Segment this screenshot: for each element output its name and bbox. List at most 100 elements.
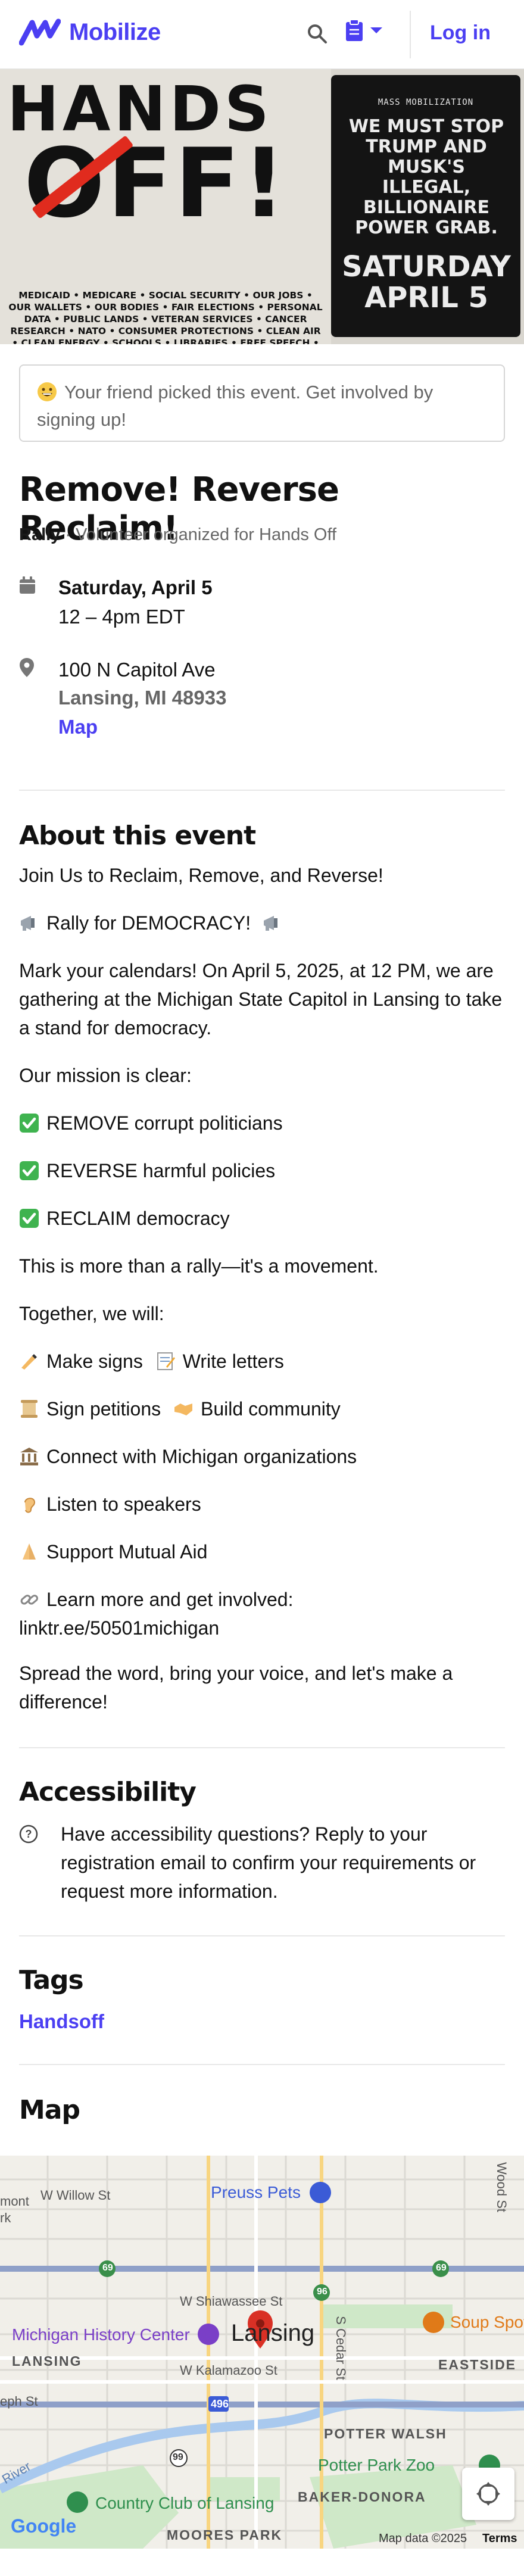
map-label: POTTER WALSH [324, 2426, 447, 2441]
activity-connect: Connect with Michigan organizations [46, 1446, 357, 1467]
friend-notice-text: Your friend picked this event. Get invol… [37, 382, 433, 430]
map-label: 99 [173, 2452, 183, 2462]
handshake-icon [174, 1404, 193, 1415]
activity-make-signs: Make signs [46, 1351, 143, 1372]
grinning-face-icon [38, 382, 57, 401]
mission-reverse: REVERSE harmful policies [46, 1160, 276, 1181]
banner-message: WE MUST STOP TRUMP AND MUSK'S ILLEGAL, B… [348, 116, 504, 238]
map-label: EASTSIDE [438, 2357, 517, 2372]
map-label: MOORES PARK [167, 2527, 283, 2543]
linktree-url[interactable]: linktr.ee/50501michigan [19, 1617, 219, 1639]
location-pin-icon [20, 658, 34, 677]
megaphone-icon [21, 916, 35, 931]
event-banner-image: HANDS OFF! MEDICAID • MEDICARE • SOCIAL … [0, 69, 524, 344]
mission-item: RECLAIM democracy [19, 1204, 505, 1233]
header-divider [410, 11, 411, 58]
search-button[interactable] [304, 20, 330, 46]
banner-right-panel: MASS MOBILIZATION WE MUST STOP TRUMP AND… [331, 75, 520, 337]
map-label: Wood St [494, 2162, 509, 2212]
mission-item: REVERSE harmful policies [19, 1156, 505, 1185]
logo-text: Mobilize [69, 18, 161, 45]
map-label: mont [0, 2194, 29, 2209]
map-label: Soup Spot [450, 2313, 524, 2331]
event-organizer: · Volunteer organized for Hands Off [60, 525, 337, 544]
login-link[interactable]: Log in [430, 21, 491, 45]
my-events-dropdown[interactable] [345, 19, 383, 42]
megaphone-icon [264, 916, 278, 931]
banner-kicker: MASS MOBILIZATION [378, 98, 474, 107]
map-label: eph St [0, 2394, 38, 2409]
map-label: 69 [436, 2263, 447, 2273]
tag-link[interactable]: Handsoff [19, 2010, 104, 2033]
map-recenter-button[interactable] [462, 2468, 514, 2520]
mobilize-logo[interactable]: Mobilize [19, 18, 161, 46]
divider [19, 1935, 505, 1936]
map-label: Michigan History Center [12, 2325, 190, 2344]
map-label: Preuss Pets [211, 2183, 301, 2201]
writing-hand-icon [21, 1354, 37, 1370]
google-logo: Google [11, 2515, 77, 2537]
map-label: W Willow St [40, 2188, 111, 2203]
accessibility-heading: Accessibility [19, 1777, 196, 1807]
about-intro: Join Us to Reclaim, Remove, and Reverse! [19, 865, 383, 886]
scroll-icon [21, 1400, 38, 1418]
map-heading: Map [19, 2095, 80, 2125]
event-address-line2: Lansing, MI 48933 [58, 687, 227, 709]
event-map[interactable]: W Willow St Preuss Pets Wood St mont rk … [0, 2156, 524, 2549]
activity-item: Make signs Write letters [19, 1347, 505, 1376]
event-address-line1: 100 N Capitol Ave [58, 659, 216, 681]
classical-building-icon [20, 1448, 38, 1465]
event-subtitle: Rally · Volunteer organized for Hands Of… [19, 525, 336, 545]
rally-text: Rally for DEMOCRACY! [46, 912, 251, 934]
folded-hands-icon [23, 1543, 36, 1560]
map-label: Country Club of Lansing [95, 2494, 275, 2512]
map-label: LANSING [12, 2353, 82, 2369]
map-data-attribution: Map data ©2025 [379, 2532, 467, 2545]
map-link[interactable]: Map [58, 716, 98, 738]
banner-issue-list: MEDICAID • MEDICARE • SOCIAL SECURITY • … [8, 290, 323, 344]
divider [19, 790, 505, 791]
memo-icon [157, 1352, 175, 1370]
banner-date: SATURDAY APRIL 5 [342, 250, 511, 314]
check-mark-icon [20, 1114, 39, 1133]
calendar-icon [20, 576, 35, 594]
mission-remove: REMOVE corrupt politicians [46, 1112, 283, 1134]
map-label: BAKER-DONORA [298, 2489, 426, 2505]
activity-item: Support Mutual Aid [19, 1538, 505, 1566]
map-label: Lansing [231, 2320, 315, 2346]
activity-build-community: Build community [201, 1398, 341, 1420]
mission-item: REMOVE corrupt politicians [19, 1109, 505, 1137]
activity-listen: Listen to speakers [46, 1493, 201, 1515]
banner-left-panel: HANDS OFF! MEDICAID • MEDICARE • SOCIAL … [0, 69, 331, 344]
check-mark-icon [20, 1161, 39, 1180]
map-label: W Shiawassee St [180, 2294, 283, 2309]
map-label: 96 [317, 2287, 328, 2297]
ear-icon [24, 1498, 36, 1513]
event-type: Rally [19, 525, 61, 544]
search-icon [308, 24, 327, 43]
event-date: Saturday, April 5 [58, 576, 213, 598]
map-label: rk [0, 2210, 11, 2225]
activity-sign-petitions: Sign petitions [46, 1398, 161, 1420]
map-canvas [0, 2156, 524, 2549]
divider [19, 1747, 505, 1748]
activity-item: Connect with Michigan organizations [19, 1442, 505, 1471]
svg-text:?: ? [26, 1828, 32, 1840]
about-rally-line: Rally for DEMOCRACY! [19, 909, 505, 937]
map-terms-link[interactable]: Terms [482, 2532, 517, 2546]
question-circle-icon: ? [19, 1825, 38, 1844]
chevron-down-icon [370, 27, 382, 33]
activity-write-letters: Write letters [182, 1351, 284, 1372]
crosshair-icon [476, 2482, 500, 2506]
clipboard-icon [346, 19, 363, 41]
about-paragraph: Mark your calendars! On April 5, 2025, a… [19, 960, 503, 1038]
learn-more-block: Learn more and get involved: linktr.ee/5… [19, 1585, 505, 1642]
about-heading: About this event [19, 821, 256, 851]
tags-heading: Tags [19, 1965, 84, 1995]
map-label: 69 [102, 2263, 113, 2273]
check-mark-icon [20, 1209, 39, 1228]
activity-mutual-aid: Support Mutual Aid [46, 1541, 208, 1563]
activity-item: Listen to speakers [19, 1490, 505, 1518]
divider [19, 2064, 505, 2065]
map-label: Potter Park Zoo [318, 2456, 435, 2474]
